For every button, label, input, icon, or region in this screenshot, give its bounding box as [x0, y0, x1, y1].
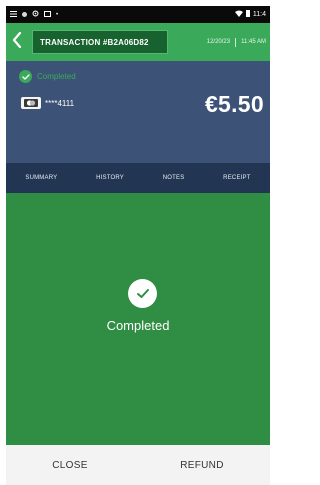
tab-notes[interactable]: NOTES: [163, 175, 185, 181]
back-button[interactable]: [6, 23, 28, 61]
transaction-datetime: 12/20/23 11:45 AM: [206, 37, 266, 47]
status-bar: • 11:4: [6, 6, 270, 23]
chevron-left-icon: [12, 31, 22, 53]
transaction-id-title: TRANSACTION #B2A06D82: [32, 30, 168, 54]
transaction-time: 11:45 AM: [241, 39, 266, 45]
tab-history[interactable]: HISTORY: [96, 175, 124, 181]
close-button[interactable]: CLOSE: [38, 452, 101, 479]
transaction-header: TRANSACTION #B2A06D82 12/20/23 11:45 AM: [6, 23, 270, 61]
completion-panel: Completed: [6, 193, 270, 445]
transaction-amount: €5.50: [204, 91, 264, 117]
datetime-divider: [235, 37, 237, 47]
status-row: Completed: [19, 70, 76, 83]
transaction-date: 12/20/23: [206, 39, 231, 45]
status-label: Completed: [37, 72, 76, 81]
clock-text: 11:4: [252, 11, 266, 18]
mastercard-icon: [21, 97, 41, 109]
card-number: ****4111: [45, 98, 75, 108]
action-bar: CLOSE REFUND: [6, 445, 270, 485]
success-check-icon: [128, 279, 157, 308]
message-icon: [44, 10, 51, 19]
check-circle-icon: [19, 70, 32, 83]
tab-summary[interactable]: SUMMARY: [25, 175, 57, 181]
tab-receipt[interactable]: RECEIPT: [223, 175, 250, 181]
refund-button[interactable]: REFUND: [166, 452, 237, 479]
menu-icon: [10, 10, 17, 19]
wifi-icon: [234, 10, 243, 19]
notification-dot-icon: [22, 12, 27, 17]
battery-icon: [245, 10, 250, 19]
notification-icons: •: [10, 10, 58, 19]
completion-status-text: Completed: [106, 318, 170, 333]
payment-card-row: ****4111: [21, 97, 74, 109]
tab-bar: SUMMARY HISTORY NOTES RECEIPT: [6, 163, 270, 193]
settings-icon: [32, 10, 39, 19]
transaction-summary-panel: Completed ****4111 €5.50: [6, 61, 270, 163]
small-dot-icon: •: [56, 11, 59, 18]
